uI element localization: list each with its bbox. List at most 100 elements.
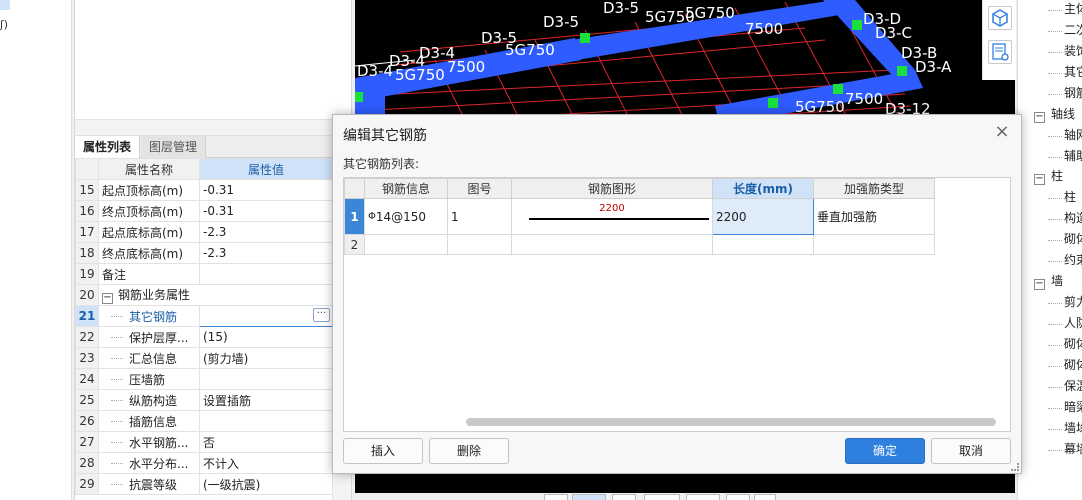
tree-item[interactable]: 保温 bbox=[1064, 376, 1082, 397]
app-window: ʃ) 属性列表 图层管理 属性名称 属性值 15 起点顶标高(m) -0.31 … bbox=[0, 0, 1082, 500]
table-row-selected[interactable]: 21 其它钢筋 ··· bbox=[75, 305, 333, 327]
close-icon[interactable]: × bbox=[993, 123, 1011, 141]
table-row[interactable]: 18 终点底标高(m) -2.3 bbox=[75, 242, 333, 264]
property-value[interactable] bbox=[199, 410, 333, 432]
component-list-area bbox=[75, 0, 351, 120]
panel-splitter[interactable] bbox=[75, 120, 351, 136]
table-row-selected[interactable]: 1 Φ14@150 1 2200 2200 垂直加强筋 bbox=[344, 198, 935, 235]
tree-item[interactable]: 钢筋 bbox=[1064, 83, 1082, 104]
reinforcement-type-cell[interactable]: 垂直加强筋 bbox=[813, 198, 935, 235]
tree-item[interactable]: 辅助 bbox=[1064, 146, 1082, 167]
ellipsis-button[interactable]: ··· bbox=[313, 308, 330, 322]
collapse-icon[interactable]: − bbox=[102, 293, 113, 304]
page-button[interactable] bbox=[612, 494, 636, 500]
property-value[interactable]: 不计入 bbox=[199, 452, 333, 474]
table-row[interactable]: 28 水平分布... 不计入 bbox=[75, 452, 333, 474]
table-row[interactable]: 19 备注 bbox=[75, 263, 333, 285]
property-value-editor[interactable]: ··· bbox=[199, 305, 333, 327]
property-value[interactable]: 否 bbox=[199, 431, 333, 453]
table-row[interactable]: 17 起点底标高(m) -2.3 bbox=[75, 221, 333, 243]
property-value[interactable] bbox=[199, 368, 333, 390]
view-cube-button[interactable] bbox=[988, 6, 1012, 30]
figure-number-cell[interactable]: 1 bbox=[447, 198, 512, 235]
table-row[interactable]: 15 起点顶标高(m) -0.31 bbox=[75, 179, 333, 201]
tree-item[interactable]: 剪力 bbox=[1064, 292, 1082, 313]
rebar-info-cell[interactable] bbox=[364, 234, 448, 255]
reinforcement-type-cell[interactable] bbox=[813, 234, 935, 255]
table-row[interactable]: 29 抗震等级 (一级抗震) bbox=[75, 473, 333, 495]
tree-item[interactable]: 二次 bbox=[1064, 20, 1082, 41]
tree-item[interactable]: 砌体 bbox=[1064, 355, 1082, 376]
tree-item[interactable]: 柱 bbox=[1064, 187, 1076, 208]
rebar-table: 钢筋信息 图号 钢筋图形 长度(mm) 加强筋类型 1 Φ14@150 1 22… bbox=[344, 178, 935, 255]
table-row[interactable]: 25 纵筋构造 设置插筋 bbox=[75, 389, 333, 411]
length-cell[interactable] bbox=[712, 234, 814, 255]
tree-item[interactable]: 主体 bbox=[1064, 0, 1082, 20]
tree-item[interactable]: 暗梁 bbox=[1064, 397, 1082, 418]
length-cell[interactable]: 2200 bbox=[712, 198, 814, 235]
collapse-icon[interactable]: − bbox=[1034, 112, 1045, 123]
dimension-label: 7500 bbox=[745, 20, 783, 38]
tree-group-column[interactable]: − 柱 bbox=[1034, 166, 1063, 187]
table-row[interactable]: 23 汇总信息 (剪力墙) bbox=[75, 347, 333, 369]
cancel-button[interactable]: 取消 bbox=[931, 438, 1011, 464]
table-row[interactable]: 24 压墙筋 bbox=[75, 368, 333, 390]
tree-item[interactable]: 构造 bbox=[1064, 208, 1082, 229]
property-value[interactable]: -2.3 bbox=[199, 221, 333, 243]
property-value[interactable]: -0.31 bbox=[199, 200, 333, 222]
rebar-info-cell[interactable]: Φ14@150 bbox=[364, 198, 448, 235]
header-property-name: 属性名称 bbox=[98, 158, 200, 180]
tree-item[interactable]: 其它 bbox=[1064, 62, 1082, 83]
table-row[interactable]: 2 bbox=[344, 234, 935, 255]
table-row-group[interactable]: 20 − 钢筋业务属性 bbox=[75, 284, 333, 306]
tab-layer-management[interactable]: 图层管理 bbox=[141, 136, 207, 158]
tree-item[interactable]: 砌体 bbox=[1064, 334, 1082, 355]
property-value[interactable] bbox=[199, 263, 333, 285]
rebar-shape-cell[interactable]: 2200 bbox=[511, 198, 713, 235]
view-toolbar bbox=[982, 0, 1016, 80]
rebar-shape-cell[interactable] bbox=[511, 234, 713, 255]
property-name: 起点底标高(m) bbox=[98, 221, 200, 243]
figure-number-cell[interactable] bbox=[447, 234, 512, 255]
rebar-grade-symbol: Φ bbox=[368, 210, 376, 222]
property-value[interactable]: -0.31 bbox=[199, 179, 333, 201]
table-row[interactable]: 22 保护层厚... (15) bbox=[75, 326, 333, 348]
page-button[interactable] bbox=[726, 494, 750, 500]
collapse-icon[interactable]: − bbox=[1034, 174, 1045, 185]
property-value[interactable]: (15) bbox=[199, 326, 333, 348]
delete-button[interactable]: 删除 bbox=[429, 438, 509, 464]
tree-item[interactable]: 轴网 bbox=[1064, 125, 1082, 146]
tree-item[interactable]: 人防 bbox=[1064, 313, 1082, 334]
tree-connector bbox=[1048, 198, 1062, 199]
rebar-label: 5G750 bbox=[505, 41, 555, 59]
table-row[interactable]: 26 插筋信息 bbox=[75, 410, 333, 432]
page-button[interactable] bbox=[754, 494, 776, 500]
table-row[interactable]: 27 水平钢筋... 否 bbox=[75, 431, 333, 453]
selected-item-marker bbox=[0, 0, 10, 10]
table-row[interactable]: 16 终点顶标高(m) -0.31 bbox=[75, 200, 333, 222]
collapse-icon[interactable]: − bbox=[1034, 279, 1045, 290]
tree-group-wall[interactable]: − 墙 bbox=[1034, 271, 1063, 292]
page-button[interactable] bbox=[644, 494, 680, 500]
tree-item[interactable]: 墙垛 bbox=[1064, 418, 1082, 439]
ok-button[interactable]: 确定 bbox=[845, 438, 925, 464]
tree-item[interactable]: 约束 bbox=[1064, 250, 1082, 271]
resize-grip-icon[interactable] bbox=[1011, 463, 1019, 471]
page-button[interactable] bbox=[686, 494, 720, 500]
tree-item[interactable]: 砌体 bbox=[1064, 229, 1082, 250]
property-value[interactable]: 设置插筋 bbox=[199, 389, 333, 411]
page-button-active[interactable] bbox=[572, 494, 606, 500]
row-index: 20 bbox=[75, 284, 99, 306]
page-button[interactable] bbox=[544, 494, 568, 500]
property-value[interactable]: (一级抗震) bbox=[199, 473, 333, 495]
tab-property-list[interactable]: 属性列表 bbox=[75, 136, 141, 158]
property-value[interactable]: (剪力墙) bbox=[199, 347, 333, 369]
display-settings-button[interactable] bbox=[988, 40, 1012, 64]
tree-group-axis[interactable]: − 轴线 bbox=[1034, 104, 1075, 125]
tree-item[interactable]: 装饰 bbox=[1064, 41, 1082, 62]
tree-item[interactable]: 幕墙 bbox=[1064, 439, 1082, 460]
insert-button[interactable]: 插入 bbox=[343, 438, 423, 464]
horizontal-scrollbar[interactable] bbox=[466, 418, 996, 426]
property-value[interactable]: -2.3 bbox=[199, 242, 333, 264]
tree-connector bbox=[1048, 303, 1062, 304]
